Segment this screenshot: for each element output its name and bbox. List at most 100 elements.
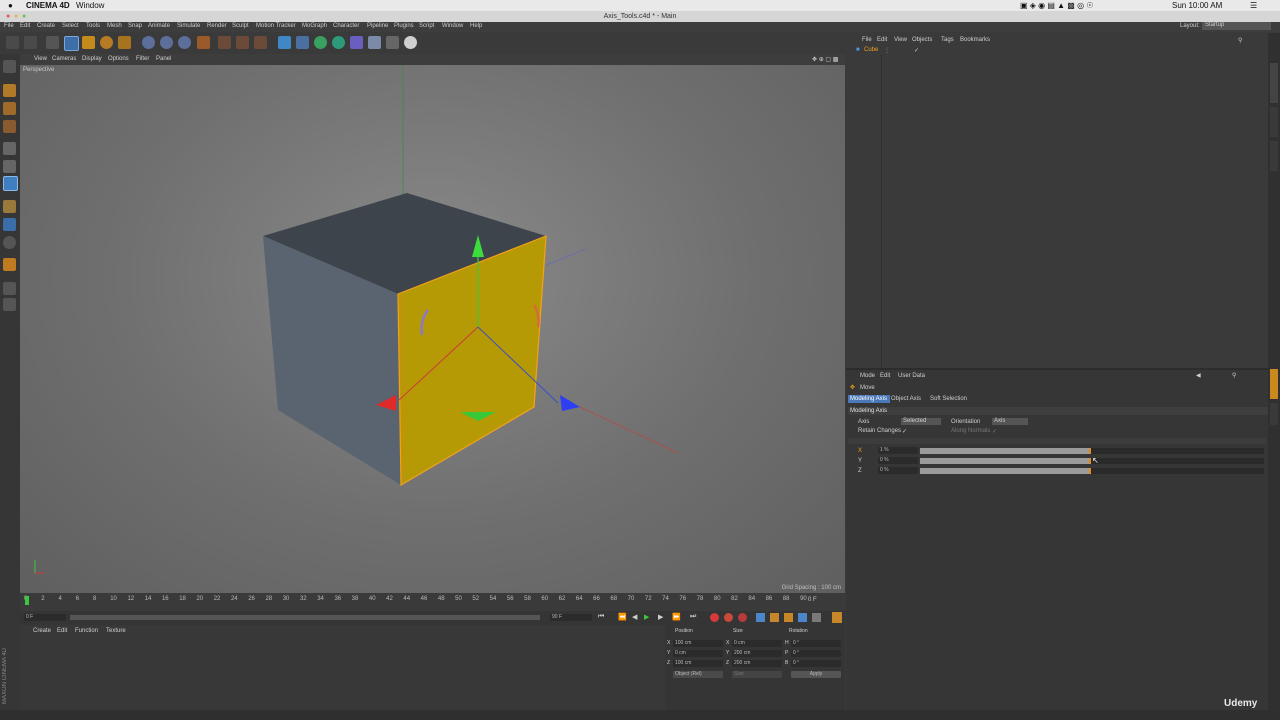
viewport-nav-icons[interactable]: ✥ ⊕ ▢ ▩ [812, 56, 838, 63]
side-tab-content-browser[interactable] [1270, 141, 1278, 171]
move-tool-icon[interactable] [64, 36, 79, 51]
notification-icon[interactable]: ☰ [1250, 1, 1257, 10]
redo-icon[interactable] [24, 36, 37, 49]
undo-icon[interactable] [6, 36, 19, 49]
render-picture-viewer-icon[interactable] [236, 36, 249, 49]
object-name[interactable]: Cube [864, 47, 878, 53]
render-settings-icon[interactable] [254, 36, 267, 49]
prev-key-icon[interactable]: ⏪ [618, 613, 627, 621]
menu-plugins[interactable]: Plugins [394, 23, 414, 29]
play-icon[interactable]: ▶ [644, 613, 649, 621]
subdivision-surface-icon[interactable] [314, 36, 327, 49]
mac-menu-window[interactable]: Window [76, 1, 104, 10]
cube-primitive-icon[interactable] [278, 36, 291, 49]
object-row-cube[interactable]: ■ Cube ⋮ ✓ [846, 47, 1268, 55]
timeline-ruler[interactable]: 0246810121416182022242628303234363840424… [20, 593, 845, 611]
key-scale-icon[interactable] [770, 613, 779, 622]
apple-icon[interactable]: ● [8, 1, 13, 10]
playhead[interactable] [25, 596, 29, 605]
tab-modeling-axis[interactable]: Modeling Axis [848, 395, 890, 403]
menu-help[interactable]: Help [470, 23, 482, 29]
viewport-menu-panel[interactable]: Panel [156, 56, 171, 62]
side-tab-objects[interactable] [1270, 63, 1278, 103]
menu-window[interactable]: Window [442, 23, 463, 29]
attributes-back-icon[interactable]: ◀ [1196, 372, 1201, 379]
side-tab-attributes[interactable] [1270, 369, 1278, 399]
menu-tools[interactable]: Tools [86, 23, 100, 29]
model-mode-icon[interactable] [3, 84, 16, 97]
light-icon[interactable] [404, 36, 417, 49]
slider-x-handle[interactable] [1088, 448, 1091, 454]
live-selection-icon[interactable] [46, 36, 59, 49]
record-keys-icon[interactable] [710, 613, 719, 622]
key-rotation-icon[interactable] [784, 613, 793, 622]
edges-mode-icon[interactable] [3, 160, 16, 173]
clock[interactable]: Sun 10:00 AM [1172, 1, 1222, 10]
autokey-icon[interactable] [724, 613, 733, 622]
apply-button[interactable]: Apply [791, 671, 841, 678]
workplane-mode-icon[interactable] [3, 120, 16, 133]
z-axis-lock-icon[interactable] [178, 36, 191, 49]
solo-icon[interactable] [3, 298, 16, 311]
objects-menu-bookmarks[interactable]: Bookmarks [960, 37, 990, 43]
rotation-b-field[interactable]: 0 ° [791, 660, 841, 667]
slider-z-value-field[interactable]: 0 % [878, 467, 918, 474]
axis-mode-icon[interactable] [3, 200, 16, 213]
objects-search-icon[interactable]: ⚲ [1238, 37, 1242, 44]
menu-render[interactable]: Render [207, 23, 227, 29]
objects-menu-tags[interactable]: Tags [941, 37, 954, 43]
size-z-field[interactable]: 200 cm [732, 660, 782, 667]
x-axis-lock-icon[interactable] [142, 36, 155, 49]
menu-mesh[interactable]: Mesh [107, 23, 122, 29]
material-menu-texture[interactable]: Texture [106, 628, 126, 634]
objects-menu-edit[interactable]: Edit [877, 37, 887, 43]
tab-soft-selection[interactable]: Soft Selection [930, 395, 972, 403]
position-x-field[interactable]: 100 cm [673, 640, 723, 647]
viewport-menu-display[interactable]: Display [82, 56, 102, 62]
perspective-viewport[interactable]: Perspective Grid Spacing : 100 cm [20, 65, 845, 593]
planar-workplane-icon[interactable] [3, 282, 16, 295]
pen-spline-icon[interactable] [296, 36, 309, 49]
rotate-tool-icon[interactable] [100, 36, 113, 49]
axis-select[interactable]: Selected [901, 418, 941, 425]
array-icon[interactable] [332, 36, 345, 49]
side-tab-takes[interactable] [1270, 107, 1278, 137]
viewport-menu-view[interactable]: View [34, 56, 47, 62]
end-frame-field[interactable]: 90 F [550, 614, 592, 621]
bend-deformer-icon[interactable] [350, 36, 363, 49]
viewport-menu-filter[interactable]: Filter [136, 56, 149, 62]
position-y-field[interactable]: 0 cm [673, 650, 723, 657]
attributes-menu-user-data[interactable]: User Data [898, 373, 925, 379]
render-view-icon[interactable] [218, 36, 231, 49]
goto-start-icon[interactable]: ⏮ [598, 613, 604, 621]
locked-workplane-icon[interactable] [3, 258, 16, 271]
attributes-menu-edit[interactable]: Edit [880, 373, 890, 379]
zoom-window-icon[interactable]: ● [22, 11, 26, 22]
polygons-mode-icon[interactable] [3, 176, 18, 191]
preview-range-slider[interactable] [70, 615, 540, 620]
objects-menu-file[interactable]: File [862, 37, 872, 43]
coordinate-mode-select[interactable]: Object (Rel) [673, 671, 723, 678]
floor-icon[interactable] [368, 36, 381, 49]
slider-y-value-field[interactable]: 0 % [878, 457, 918, 464]
menu-character[interactable]: Character [333, 23, 359, 29]
material-menu-create[interactable]: Create [33, 628, 51, 634]
side-tab-layers[interactable] [1270, 403, 1278, 425]
material-menu-function[interactable]: Function [75, 628, 98, 634]
slider-z-handle[interactable] [1088, 468, 1091, 474]
tweak-mode-icon[interactable] [3, 218, 16, 231]
size-y-field[interactable]: 200 cm [732, 650, 782, 657]
viewport-menu-cameras[interactable]: Cameras [52, 56, 76, 62]
retain-changes-checkbox[interactable]: ✓ [902, 428, 907, 435]
slider-y-handle[interactable] [1088, 458, 1091, 464]
key-pla-icon[interactable] [812, 613, 821, 622]
texture-mode-icon[interactable] [3, 102, 16, 115]
objects-menu-objects[interactable]: Objects [912, 37, 932, 43]
points-mode-icon[interactable] [3, 142, 16, 155]
menu-select[interactable]: Select [62, 23, 79, 29]
goto-end-icon[interactable]: ⏭ [690, 613, 696, 621]
menu-create[interactable]: Create [37, 23, 55, 29]
menu-simulate[interactable]: Simulate [177, 23, 200, 29]
key-position-icon[interactable] [756, 613, 765, 622]
recent-tool-icon[interactable] [118, 36, 131, 49]
